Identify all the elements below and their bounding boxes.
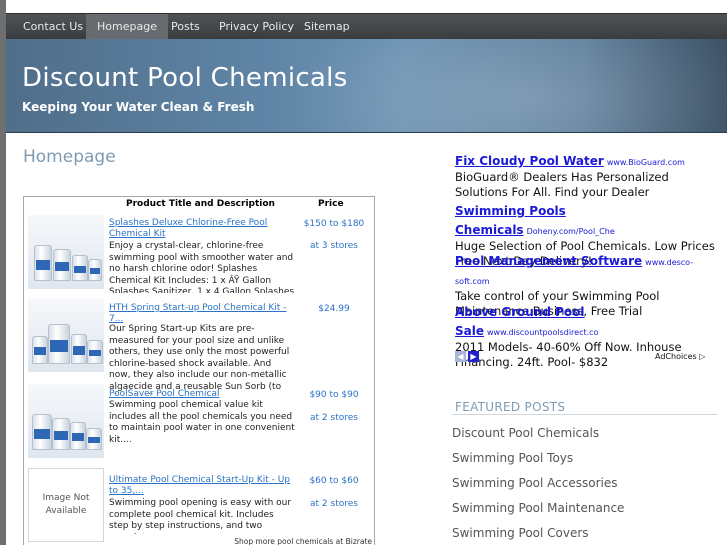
column-header-title: Product Title and Description xyxy=(126,199,275,209)
product-title-link[interactable]: Splashes Deluxe Chlorine-Free Pool Chemi… xyxy=(109,218,295,240)
nav-homepage[interactable]: Homepage xyxy=(86,14,168,39)
nav-contact-us[interactable]: Contact Us xyxy=(23,14,83,39)
nav-posts[interactable]: Posts xyxy=(171,14,200,39)
image-not-available: Image Not Available xyxy=(28,468,104,542)
featured-post-link[interactable]: Swimming Pool Covers xyxy=(452,526,589,540)
product-description: Enjoy a crystal-clear, chlorine-free swi… xyxy=(109,241,295,293)
featured-posts-heading: FEATURED POSTS xyxy=(455,400,566,414)
product-image[interactable] xyxy=(28,298,104,372)
site-title[interactable]: Discount Pool Chemicals xyxy=(22,63,348,93)
top-nav: Contact Us Homepage Posts Privacy Policy… xyxy=(6,13,727,40)
product-price[interactable]: $90 to $90 xyxy=(296,390,372,400)
product-price[interactable]: $60 to $60 xyxy=(296,476,372,486)
ad-url[interactable]: www.BioGuard.com xyxy=(607,158,685,167)
nav-privacy-policy[interactable]: Privacy Policy xyxy=(219,14,294,39)
ad-url[interactable]: Doheny.com/Pool_Che xyxy=(527,227,615,236)
product-description: Swimming pool chemical value kit include… xyxy=(109,400,295,445)
product-image[interactable] xyxy=(28,215,104,289)
site-tagline: Keeping Your Water Clean & Fresh xyxy=(22,100,255,114)
featured-post-link[interactable]: Swimming Pool Toys xyxy=(452,451,573,465)
shop-more-link[interactable]: Shop more pool chemicals at Bizrate xyxy=(234,537,372,545)
adchoices-link[interactable]: AdChoices ▷ xyxy=(655,352,705,361)
product-price[interactable]: $24.99 xyxy=(296,304,372,314)
product-stores[interactable]: at 2 stores xyxy=(296,413,372,423)
product-title-link[interactable]: Ultimate Pool Chemical Start-Up Kit - Up… xyxy=(109,475,295,497)
product-stores[interactable]: at 2 stores xyxy=(296,499,372,509)
page: Contact Us Homepage Posts Privacy Policy… xyxy=(6,0,727,545)
product-price[interactable]: $150 to $180 xyxy=(296,219,372,229)
page-title: Homepage xyxy=(23,147,116,167)
column-header-price: Price xyxy=(318,199,344,209)
featured-post-link[interactable]: Discount Pool Chemicals xyxy=(452,426,599,440)
product-stores[interactable]: at 3 stores xyxy=(296,241,372,251)
nav-sitemap[interactable]: Sitemap xyxy=(304,14,350,39)
product-title-link[interactable]: PoolSaver Pool Chemical xyxy=(109,389,295,400)
ad-text: BioGuard® Dealers Has Personalized Solut… xyxy=(455,170,669,199)
header-banner: Discount Pool Chemicals Keeping Your Wat… xyxy=(6,39,727,133)
featured-post-link[interactable]: Swimming Pool Maintenance xyxy=(452,501,624,515)
ad-title-link[interactable]: Fix Cloudy Pool Water xyxy=(455,154,604,168)
ad-url[interactable]: www.discountpoolsdirect.co xyxy=(487,328,598,337)
featured-divider xyxy=(452,414,717,415)
product-image[interactable] xyxy=(28,384,104,458)
product-description: Swimming pool opening is easy with our c… xyxy=(109,498,292,534)
featured-post-link[interactable]: Swimming Pool Accessories xyxy=(452,476,617,490)
product-title-link[interactable]: HTH Spring Start-up Pool Chemical Kit - … xyxy=(109,303,295,325)
product-table: Product Title and Description Price Spla… xyxy=(23,196,375,545)
ad-prev-icon[interactable]: ◀ xyxy=(455,351,466,362)
product-description: Our Spring Start-up Kits are pre-measure… xyxy=(109,324,290,394)
ad-title-link[interactable]: Pool Management Software xyxy=(455,254,642,268)
ad-next-icon[interactable]: ▶ xyxy=(468,351,479,362)
ad-unit: Fix Cloudy Pool Water www.BioGuard.com Bi… xyxy=(455,150,725,200)
